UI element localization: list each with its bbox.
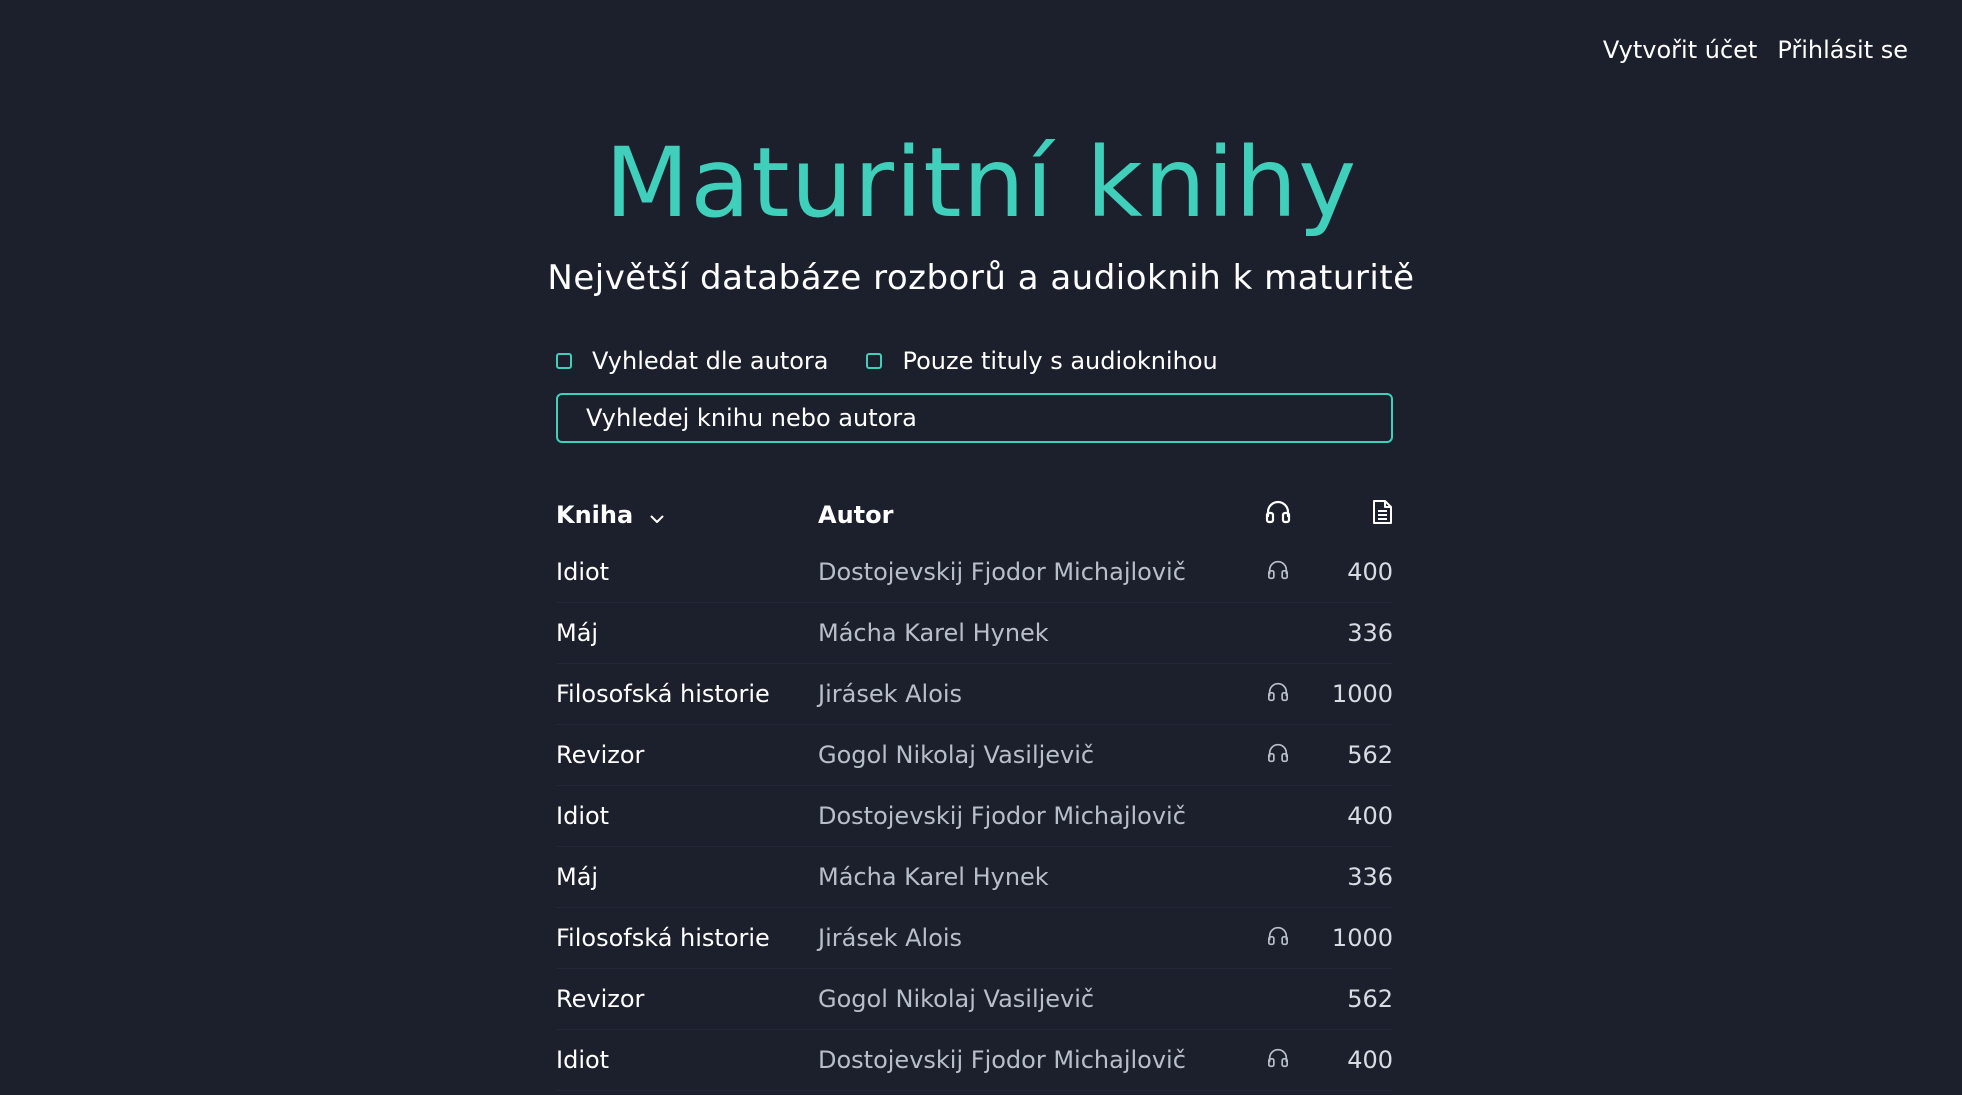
audio-cell xyxy=(1250,663,1305,725)
book-title[interactable]: Idiot xyxy=(556,1029,818,1091)
page-count: 562 xyxy=(1305,968,1393,1030)
column-header-book-label: Kniha xyxy=(556,500,634,529)
audio-cell xyxy=(1250,602,1305,664)
book-author: Dostojevskij Fjodor Michajlovič xyxy=(818,785,1250,847)
book-author: Jirásek Alois xyxy=(818,907,1250,969)
column-header-book[interactable]: Kniha xyxy=(556,499,818,542)
audio-cell xyxy=(1250,968,1305,1030)
page-count: 336 xyxy=(1305,602,1393,664)
books-table: Kniha Autor Idiot Dostojevskij Fjodor Mi… xyxy=(556,499,1393,1091)
table-row[interactable]: Máj Mácha Karel Hynek 336 xyxy=(556,846,1393,908)
book-title[interactable]: Máj xyxy=(556,602,818,664)
book-author: Dostojevskij Fjodor Michajlovič xyxy=(818,542,1250,603)
audio-cell xyxy=(1250,785,1305,847)
filter-by-author-checkbox[interactable] xyxy=(556,353,572,369)
filter-by-author-label: Vyhledat dle autora xyxy=(592,347,829,375)
headphones-icon[interactable] xyxy=(1266,741,1290,769)
audio-cell xyxy=(1250,846,1305,908)
column-header-pages[interactable] xyxy=(1305,499,1393,542)
book-title[interactable]: Revizor xyxy=(556,968,818,1030)
book-author: Gogol Nikolaj Vasiljevič xyxy=(818,968,1250,1030)
book-author: Mácha Karel Hynek xyxy=(818,602,1250,664)
search-placeholder: Vyhledej knihu nebo autora xyxy=(586,404,917,432)
table-row[interactable]: Máj Mácha Karel Hynek 336 xyxy=(556,602,1393,664)
headphones-icon xyxy=(1265,500,1291,530)
search-filters: Vyhledat dle autora Pouze tituly s audio… xyxy=(556,345,1393,377)
book-author: Dostojevskij Fjodor Michajlovič xyxy=(818,1029,1250,1091)
page-count: 336 xyxy=(1305,846,1393,908)
page-count: 562 xyxy=(1305,724,1393,786)
headphones-icon[interactable] xyxy=(1266,558,1290,586)
filter-audio-only-label: Pouze tituly s audioknihou xyxy=(902,347,1218,375)
book-title[interactable]: Revizor xyxy=(556,724,818,786)
book-title[interactable]: Idiot xyxy=(556,785,818,847)
column-header-audio[interactable] xyxy=(1250,499,1305,542)
filter-audio-only-checkbox[interactable] xyxy=(866,353,883,369)
audio-cell xyxy=(1250,542,1305,603)
column-header-author[interactable]: Autor xyxy=(818,499,1250,542)
top-navigation: Vytvořit účet Přihlásit se xyxy=(1603,36,1908,64)
table-row[interactable]: Idiot Dostojevskij Fjodor Michajlovič 400 xyxy=(556,542,1393,603)
book-title[interactable]: Filosofská historie xyxy=(556,663,818,725)
book-author: Jirásek Alois xyxy=(818,663,1250,725)
book-title[interactable]: Filosofská historie xyxy=(556,907,818,969)
table-header-row: Kniha Autor xyxy=(556,499,1393,542)
table-row[interactable]: Idiot Dostojevskij Fjodor Michajlovič 400 xyxy=(556,1029,1393,1091)
book-author: Gogol Nikolaj Vasiljevič xyxy=(818,724,1250,786)
headphones-icon[interactable] xyxy=(1266,924,1290,952)
page-count: 400 xyxy=(1305,785,1393,847)
search-input[interactable]: Vyhledej knihu nebo autora xyxy=(556,393,1393,443)
page-count: 1000 xyxy=(1305,907,1393,969)
main-content: Vyhledat dle autora Pouze tituly s audio… xyxy=(556,345,1393,1091)
book-title[interactable]: Máj xyxy=(556,846,818,908)
page-count: 400 xyxy=(1305,1029,1393,1091)
document-icon xyxy=(1371,499,1393,531)
hero: Maturitní knihy Největší databáze rozbor… xyxy=(0,120,1962,298)
filter-audio-only[interactable]: Pouze tituly s audioknihou xyxy=(866,347,1218,375)
page-count: 1000 xyxy=(1305,663,1393,725)
table-row[interactable]: Revizor Gogol Nikolaj Vasiljevič 562 xyxy=(556,724,1393,786)
headphones-icon[interactable] xyxy=(1266,680,1290,708)
table-row[interactable]: Revizor Gogol Nikolaj Vasiljevič 562 xyxy=(556,968,1393,1030)
table-row[interactable]: Filosofská historie Jirásek Alois 1000 xyxy=(556,663,1393,725)
book-title[interactable]: Idiot xyxy=(556,542,818,603)
page-subtitle: Největší databáze rozborů a audioknih k … xyxy=(547,258,1415,298)
page-count: 400 xyxy=(1305,542,1393,603)
audio-cell xyxy=(1250,907,1305,969)
audio-cell xyxy=(1250,724,1305,786)
login-link[interactable]: Přihlásit se xyxy=(1777,36,1908,64)
headphones-icon[interactable] xyxy=(1266,1046,1290,1074)
books-table-body: Idiot Dostojevskij Fjodor Michajlovič 400 M… xyxy=(556,542,1393,1091)
filter-by-author[interactable]: Vyhledat dle autora xyxy=(556,347,828,375)
table-row[interactable]: Idiot Dostojevskij Fjodor Michajlovič 400 xyxy=(556,785,1393,847)
chevron-down-icon xyxy=(650,502,664,530)
page-title: Maturitní knihy xyxy=(604,127,1358,239)
table-row[interactable]: Filosofská historie Jirásek Alois 1000 xyxy=(556,907,1393,969)
create-account-link[interactable]: Vytvořit účet xyxy=(1603,36,1757,64)
audio-cell xyxy=(1250,1029,1305,1091)
book-author: Mácha Karel Hynek xyxy=(818,846,1250,908)
